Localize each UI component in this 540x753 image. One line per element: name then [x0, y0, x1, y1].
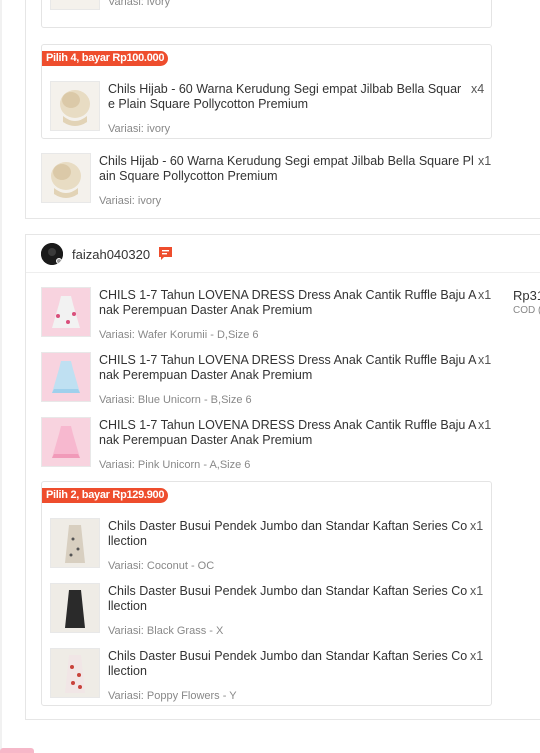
order-card: Variasi: ivory Pilih 4, bayar Rp100.000 …	[25, 0, 540, 219]
item-quantity: x1	[478, 353, 492, 367]
item-variant: Variasi: Poppy Flowers - Y	[108, 690, 237, 702]
item-quantity: x1	[478, 288, 492, 302]
item-variant: Variasi: ivory	[108, 123, 171, 135]
floating-tab-edge[interactable]	[0, 748, 34, 753]
payment-method: COD (	[513, 305, 540, 316]
product-thumbnail	[50, 81, 100, 131]
product-thumbnail	[41, 153, 91, 203]
left-rule	[0, 0, 2, 753]
item-quantity: x4	[471, 82, 485, 96]
item-quantity: x1	[470, 584, 484, 598]
promo-badge: Pilih 4, bayar Rp100.000	[42, 51, 169, 66]
order-item[interactable]: Chils Hijab - 60 Warna Kerudung Segi emp…	[50, 81, 485, 137]
item-title: Chils Daster Busui Pendek Jumbo dan Stan…	[108, 584, 468, 613]
item-title: Chils Hijab - 60 Warna Kerudung Segi emp…	[99, 154, 474, 183]
order-item[interactable]: Chils Hijab - 60 Warna Kerudung Segi emp…	[41, 153, 492, 209]
product-thumbnail	[41, 287, 91, 337]
order-total-price: Rp31	[513, 288, 540, 303]
product-thumbnail	[41, 417, 91, 467]
product-thumbnail	[50, 0, 100, 10]
item-title: CHILS 1-7 Tahun LOVENA DRESS Dress Anak …	[99, 418, 477, 447]
chat-icon[interactable]	[158, 246, 173, 261]
product-thumbnail	[50, 518, 100, 568]
order-list-page: Variasi: ivory Pilih 4, bayar Rp100.000 …	[0, 0, 540, 753]
item-variant: Variasi: Pink Unicorn - A,Size 6	[99, 459, 251, 471]
item-quantity: x1	[470, 519, 484, 533]
item-variant: Variasi: ivory	[108, 0, 171, 8]
order-card: faizah040320 Rp31 COD (	[25, 234, 540, 720]
item-title: Chils Daster Busui Pendek Jumbo dan Stan…	[108, 519, 468, 548]
order-item[interactable]: CHILS 1-7 Tahun LOVENA DRESS Dress Anak …	[41, 417, 492, 473]
avatar-status-dot	[56, 258, 62, 264]
shop-divider	[26, 272, 540, 273]
order-item[interactable]: Chils Daster Busui Pendek Jumbo dan Stan…	[50, 583, 485, 639]
item-variant: Variasi: Blue Unicorn - B,Size 6	[99, 394, 252, 406]
shop-name[interactable]: faizah040320	[72, 247, 150, 262]
promo-group: Pilih 2, bayar Rp129.900 Chils Daster Bu…	[41, 481, 492, 706]
order-item[interactable]: CHILS 1-7 Tahun LOVENA DRESS Dress Anak …	[41, 352, 492, 408]
item-quantity: x1	[470, 649, 484, 663]
shop-avatar[interactable]	[41, 243, 63, 265]
order-item[interactable]: CHILS 1-7 Tahun LOVENA DRESS Dress Anak …	[41, 287, 492, 343]
promo-group: Pilih 4, bayar Rp100.000 Chils Hijab - 6…	[41, 44, 492, 139]
item-title: Chils Hijab - 60 Warna Kerudung Segi emp…	[108, 82, 462, 111]
item-quantity: x1	[478, 418, 492, 432]
item-title: CHILS 1-7 Tahun LOVENA DRESS Dress Anak …	[99, 353, 477, 382]
item-title: Chils Daster Busui Pendek Jumbo dan Stan…	[108, 649, 468, 678]
item-variant: Variasi: Black Grass - X	[108, 625, 224, 637]
product-thumbnail	[50, 648, 100, 698]
promo-badge: Pilih 2, bayar Rp129.900	[42, 488, 169, 503]
item-variant: Variasi: ivory	[99, 195, 162, 207]
item-variant: Variasi: Wafer Korumii - D,Size 6	[99, 329, 259, 341]
item-variant: Variasi: Coconut - OC	[108, 560, 215, 572]
order-item[interactable]: Chils Daster Busui Pendek Jumbo dan Stan…	[50, 648, 485, 704]
promo-group-partial: Variasi: ivory	[41, 0, 492, 28]
order-item[interactable]: Chils Daster Busui Pendek Jumbo dan Stan…	[50, 518, 485, 574]
product-thumbnail	[41, 352, 91, 402]
order-item-partial[interactable]: Variasi: ivory	[50, 0, 485, 32]
item-title: CHILS 1-7 Tahun LOVENA DRESS Dress Anak …	[99, 288, 477, 317]
product-thumbnail	[50, 583, 100, 633]
item-quantity: x1	[478, 154, 492, 168]
